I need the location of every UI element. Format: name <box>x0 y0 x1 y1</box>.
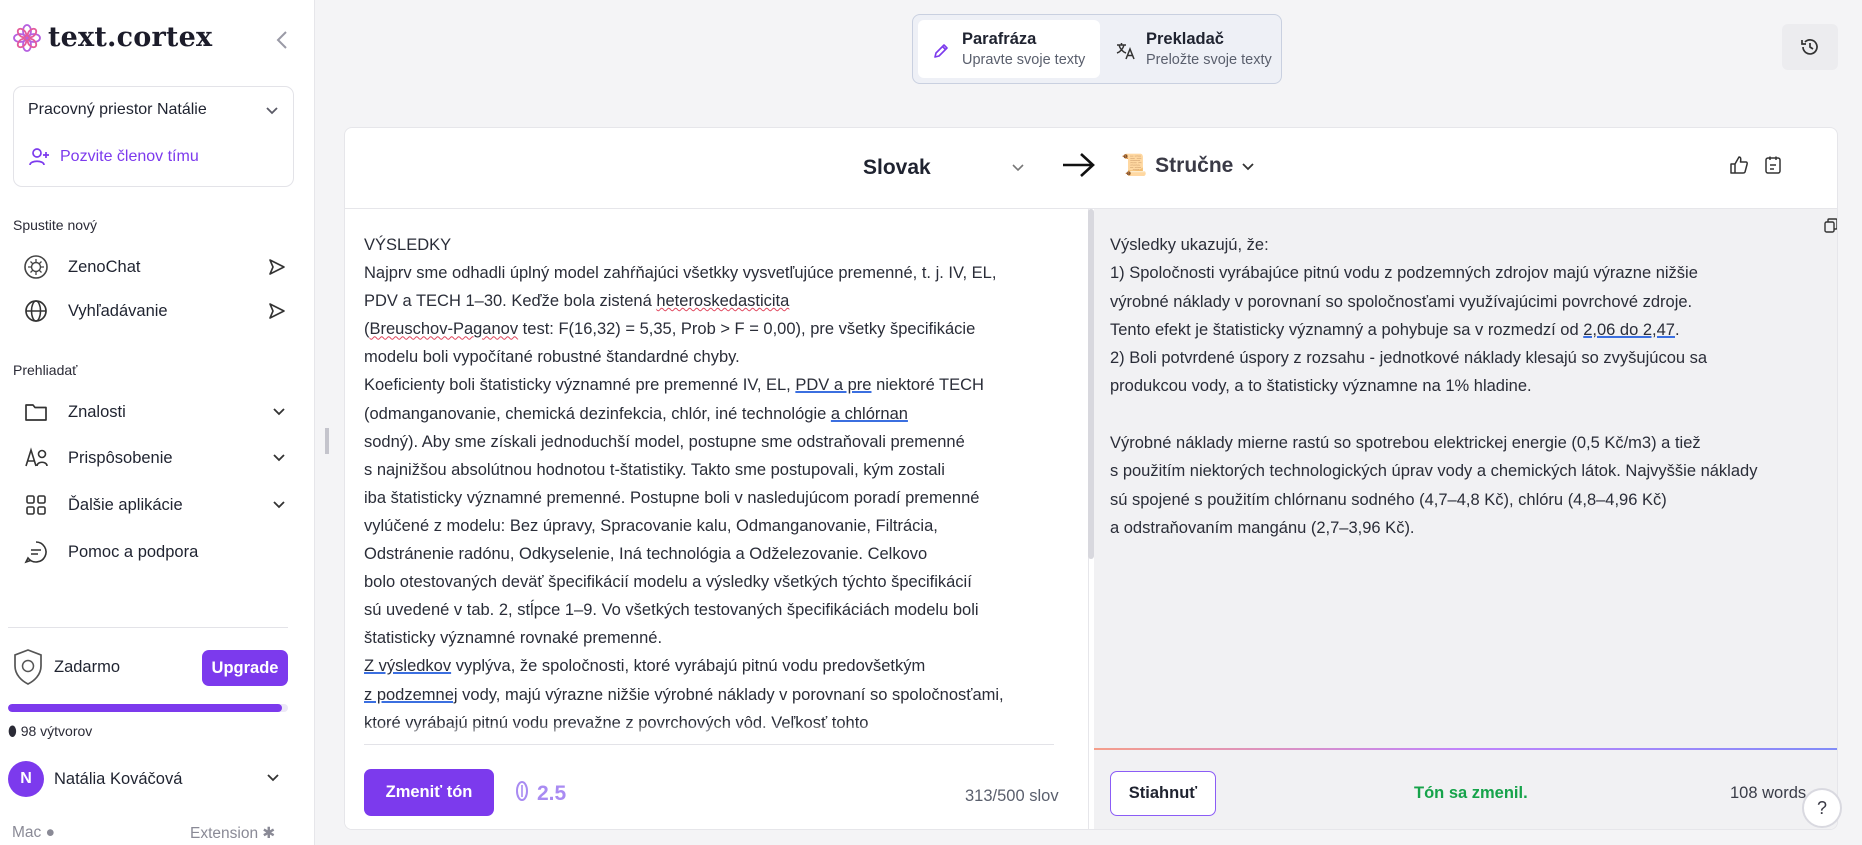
sidebar: text.cortex Pracovný priestor Natálie Po… <box>0 0 315 845</box>
translate-icon <box>1116 42 1136 65</box>
input-pane: VÝSLEDKY Najprv sme odhadli úplný model … <box>345 209 1094 829</box>
workspace-card: Pracovný priestor Natálie Pozvite členov… <box>13 86 294 187</box>
history-icon <box>1801 39 1818 55</box>
plan-info: Zadarmo <box>12 648 120 686</box>
arrow-right-icon <box>1061 150 1097 185</box>
credit-cost: 2.5 <box>515 780 566 808</box>
sidebar-item-help[interactable]: Pomoc a podpora <box>22 535 294 569</box>
credits-progress-bar <box>8 704 288 712</box>
chevron-left-icon <box>276 31 287 49</box>
user-menu[interactable]: N Natália Kováčová <box>8 760 288 798</box>
tab-subtitle: Preložte svoje texty <box>1146 52 1272 68</box>
credits-progress-fill <box>8 704 283 712</box>
sidebar-item-customization[interactable]: Prispôsobenie <box>22 441 294 475</box>
notes-icon[interactable] <box>1763 155 1783 180</box>
pencil-icon <box>932 42 950 65</box>
coin-icon <box>515 780 529 808</box>
user-name: Natália Kováčová <box>54 769 183 788</box>
tone-select[interactable]: 📜 Stručne <box>1121 154 1255 178</box>
invite-label: Pozvite členov tímu <box>60 148 199 165</box>
folder-icon <box>22 398 50 426</box>
apple-icon: ● <box>45 824 55 841</box>
credits-count: ⬮ 98 výtvorov <box>8 723 93 739</box>
chevron-down-icon <box>266 770 280 788</box>
sidebar-item-label: ZenoChat <box>68 257 141 276</box>
chevron-down-icon <box>272 496 286 515</box>
sidebar-item-label: Ďalšie aplikácie <box>68 495 183 514</box>
logo[interactable]: text.cortex <box>12 22 212 53</box>
tab-title: Prekladač <box>1146 30 1224 48</box>
input-textarea[interactable]: VÝSLEDKY Najprv sme odhadli úplný model … <box>364 231 1054 743</box>
output-pane: Výsledky ukazujú, že: 1) Spoločnosti vyr… <box>1094 209 1837 829</box>
output-word-count: 108 words <box>1730 784 1807 802</box>
chat-bubble-icon <box>22 538 50 566</box>
history-button[interactable] <box>1782 24 1838 70</box>
apps-grid-icon <box>22 491 50 519</box>
add-user-icon <box>29 148 49 166</box>
sidebar-item-more-apps[interactable]: Ďalšie aplikácie <box>22 488 294 522</box>
change-tone-button[interactable]: Zmeniť tón <box>364 769 494 816</box>
globe-icon <box>22 297 50 325</box>
editor-panel: Slovak 📜 Stručne VÝSLEDKY Najprv sme odh… <box>344 127 1838 830</box>
input-divider <box>364 744 1054 745</box>
chevron-down-icon <box>272 403 286 422</box>
plan-label: Zadarmo <box>54 657 121 676</box>
help-button[interactable]: ? <box>1802 788 1842 828</box>
sidebar-item-knowledge[interactable]: Znalosti <box>22 395 294 429</box>
extension-link[interactable]: Extension ✱ <box>190 824 275 843</box>
mode-switch: Parafráza Upravte svoje texty Prekladač … <box>912 14 1282 84</box>
tab-translator[interactable]: Prekladač Preložte svoje texty <box>1102 20 1278 78</box>
mac-app-link[interactable]: Mac ● <box>12 824 55 842</box>
workspace-selector[interactable]: Pracovný priestor Natálie <box>28 101 207 119</box>
tab-title: Parafráza <box>962 30 1037 48</box>
copy-icon[interactable] <box>1824 218 1837 238</box>
output-text: Výsledky ukazujú, že: 1) Spoločnosti vyr… <box>1110 236 1758 537</box>
send-icon <box>268 258 286 281</box>
chevron-down-icon <box>272 449 286 468</box>
invite-members-button[interactable]: Pozvite členov tímu <box>28 147 199 167</box>
puzzle-icon: ✱ <box>262 825 276 842</box>
avatar: N <box>8 761 44 797</box>
sidebar-item-label: Pomoc a podpora <box>68 542 199 561</box>
chevron-down-icon[interactable] <box>1011 160 1025 178</box>
sidebar-divider <box>8 627 288 628</box>
collapse-sidebar-button[interactable] <box>272 28 292 52</box>
sidebar-item-zenochat[interactable]: ZenoChat <box>22 250 294 284</box>
shield-icon <box>14 649 42 685</box>
chevron-down-icon <box>1241 154 1255 178</box>
browse-section-title: Prehliadať <box>13 362 78 378</box>
output-divider <box>1094 748 1837 750</box>
tab-paraphrase[interactable]: Parafráza Upravte svoje texty <box>918 20 1100 78</box>
logo-text: text.cortex <box>48 22 213 53</box>
language-select[interactable]: Slovak <box>863 156 931 180</box>
tab-subtitle: Upravte svoje texty <box>962 52 1086 68</box>
thumbs-up-icon[interactable] <box>1729 155 1749 180</box>
zenochat-icon <box>22 253 50 281</box>
input-word-count: 313/500 slov <box>965 787 1059 805</box>
sidebar-item-label: Vyhľadávanie <box>68 301 168 320</box>
sidebar-item-label: Prispôsobenie <box>68 448 173 467</box>
scroll-icon: 📜 <box>1121 154 1148 177</box>
coin-icon: ⬮ <box>8 723 17 739</box>
status-message: Tón sa zmenil. <box>1414 784 1528 802</box>
chevron-down-icon[interactable] <box>265 103 279 121</box>
tone-label: Stručne <box>1155 154 1234 177</box>
upgrade-button[interactable]: Upgrade <box>202 650 288 686</box>
resize-handle[interactable] <box>325 428 329 454</box>
sidebar-item-search[interactable]: Vyhľadávanie <box>22 294 294 328</box>
start-section-title: Spustite nový <box>13 217 98 233</box>
sidebar-item-label: Znalosti <box>68 402 126 421</box>
editor-toolbar: Slovak 📜 Stručne <box>345 128 1837 209</box>
flower-logo-icon <box>13 23 41 52</box>
send-icon <box>268 302 286 325</box>
download-button[interactable]: Stiahnuť <box>1110 771 1216 816</box>
input-fade <box>364 725 1054 743</box>
customize-icon <box>22 444 50 472</box>
